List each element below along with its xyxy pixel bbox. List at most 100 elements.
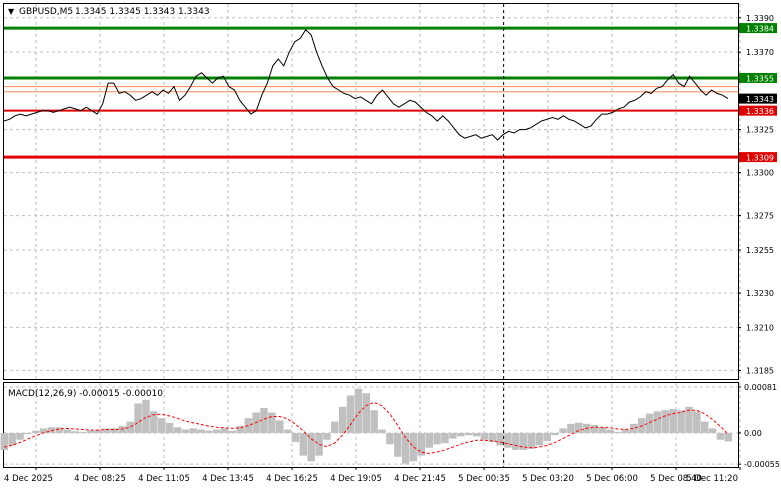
price-tick-label: 1.3255 — [746, 246, 774, 255]
collapse-arrow-icon[interactable]: ▼ — [8, 7, 15, 16]
level-price-tag-text: 1.3384 — [746, 25, 774, 34]
macd-histogram-bar — [338, 406, 347, 433]
macd-histogram-bar — [291, 432, 300, 443]
macd-histogram-bar — [708, 428, 717, 433]
macd-histogram-bar — [622, 429, 630, 433]
macd-histogram-bar — [118, 426, 127, 433]
time-tick-label: 4 Dec 11:05 — [138, 474, 190, 484]
macd-histogram-bar — [213, 429, 221, 433]
macd-histogram-bar — [220, 428, 229, 433]
price-tick-label: 1.3185 — [746, 366, 774, 375]
macd-histogram-bar — [425, 432, 433, 448]
macd-histogram-bar — [394, 432, 402, 457]
time-tick-label: 4 Dec 13:45 — [202, 474, 254, 484]
macd-histogram-bar — [449, 432, 457, 439]
macd-histogram-bar — [47, 427, 56, 433]
time-tick-label: 5 Dec 03:20 — [522, 474, 574, 484]
macd-histogram-bar — [55, 427, 64, 433]
macd-histogram-bar — [472, 432, 481, 437]
macd-histogram-bar — [457, 432, 465, 437]
price-tick-label: 1.3210 — [746, 323, 774, 332]
macd-histogram-bar — [134, 403, 142, 433]
macd-histogram-bar — [205, 430, 213, 433]
macd-histogram-bar — [197, 429, 205, 433]
time-tick-label: 4 Dec 2025 — [4, 474, 53, 484]
time-tick-label: 5 Dec 00:35 — [458, 474, 510, 484]
macd-histogram-bar — [496, 432, 504, 446]
macd-histogram-bar — [181, 429, 190, 433]
level-price-tag-text: 1.3309 — [746, 154, 774, 163]
current-price-tag-text: 1.3343 — [746, 95, 774, 104]
macd-tick-label: 0.00081 — [744, 383, 777, 392]
macd-histogram-bar — [685, 406, 693, 433]
macd-histogram-bar — [323, 432, 331, 440]
macd-histogram-bar — [228, 430, 237, 433]
macd-histogram-bar — [504, 432, 512, 448]
ohlc-label: 1.3345 1.3345 1.3343 1.3343 — [75, 7, 210, 17]
macd-tick-label: -0.00055 — [744, 460, 780, 469]
macd-histogram-bar — [331, 421, 339, 433]
macd-histogram-bar — [283, 429, 292, 433]
macd-histogram-bar — [614, 431, 622, 433]
time-tick-label: 5 Dec 11:20 — [686, 474, 738, 484]
macd-histogram-bar — [700, 421, 709, 433]
time-tick-label: 4 Dec 08:25 — [74, 474, 126, 484]
macd-histogram-bar — [362, 393, 371, 433]
trading-chart: 1.3390 1.3370 1.3325 1.3300 1.3275 1.3255 1.32… — [0, 0, 781, 489]
macd-histogram-bar — [677, 410, 685, 433]
time-tick-label: 4 Dec 21:45 — [394, 474, 446, 484]
macd-histogram-bar — [527, 432, 536, 449]
macd-histogram-bar — [606, 429, 614, 433]
macd-histogram-bar — [189, 428, 197, 433]
price-tick-label: 1.3370 — [746, 48, 774, 57]
macd-histogram-bar — [24, 432, 32, 435]
macd-histogram-bar — [315, 432, 323, 456]
macd-histogram-bar — [87, 430, 95, 433]
macd-histogram-bar — [173, 427, 182, 433]
price-tick-label: 1.3390 — [746, 14, 774, 23]
time-tick-label: 4 Dec 19:05 — [330, 474, 382, 484]
price-tick-label: 1.3300 — [746, 169, 774, 178]
macd-histogram-bar — [63, 429, 71, 433]
macd-histogram-bar — [653, 411, 662, 433]
macd-histogram-bar — [551, 432, 559, 436]
macd-histogram-bar — [512, 432, 520, 450]
macd-histogram-bar — [590, 425, 599, 433]
macd-title: MACD(12,26,9) -0.00015 -0.00010 — [8, 389, 163, 399]
symbol-label: GBPUSD,M5 — [19, 7, 73, 17]
time-tick-label: 4 Dec 16:25 — [266, 474, 318, 484]
price-tick-label: 1.3325 — [746, 126, 774, 135]
macd-histogram-bar — [165, 422, 174, 433]
level-price-tag-text: 1.3355 — [746, 74, 774, 83]
macd-histogram-bar — [268, 412, 276, 433]
macd-histogram-bar — [693, 411, 701, 433]
macd-histogram-bar — [126, 421, 134, 433]
level-price-tag-text: 1.3336 — [746, 107, 774, 116]
macd-histogram-bar — [409, 432, 418, 462]
macd-histogram-bar — [157, 418, 166, 433]
macd-histogram-bar — [661, 410, 670, 433]
macd-histogram-bar — [378, 429, 386, 433]
macd-histogram-bar — [8, 432, 16, 446]
macd-histogram-bar — [276, 420, 284, 433]
macd-histogram-bar — [716, 432, 725, 440]
price-tick-label: 1.3230 — [746, 289, 774, 298]
time-tick-label: 5 Dec 06:00 — [586, 474, 638, 484]
macd-histogram-bar — [32, 430, 40, 433]
macd-histogram-bar — [598, 427, 607, 433]
macd-histogram-bar — [71, 431, 79, 433]
macd-histogram-bar — [354, 388, 363, 433]
macd-histogram-bar — [299, 432, 308, 456]
macd-histogram-bar — [433, 432, 441, 445]
macd-histogram-bar — [307, 432, 315, 462]
macd-tick-label: 0.00 — [744, 429, 762, 438]
macd-histogram-bar — [441, 432, 449, 444]
macd-histogram-bar — [386, 432, 394, 445]
macd-histogram-bar — [543, 432, 552, 441]
macd-histogram-bar — [480, 432, 489, 440]
macd-histogram-bar — [370, 410, 378, 433]
macd-histogram-bar — [464, 432, 473, 436]
macd-histogram-bar — [16, 432, 24, 440]
macd-histogram-bar — [559, 428, 567, 433]
macd-histogram-bar — [535, 432, 544, 446]
